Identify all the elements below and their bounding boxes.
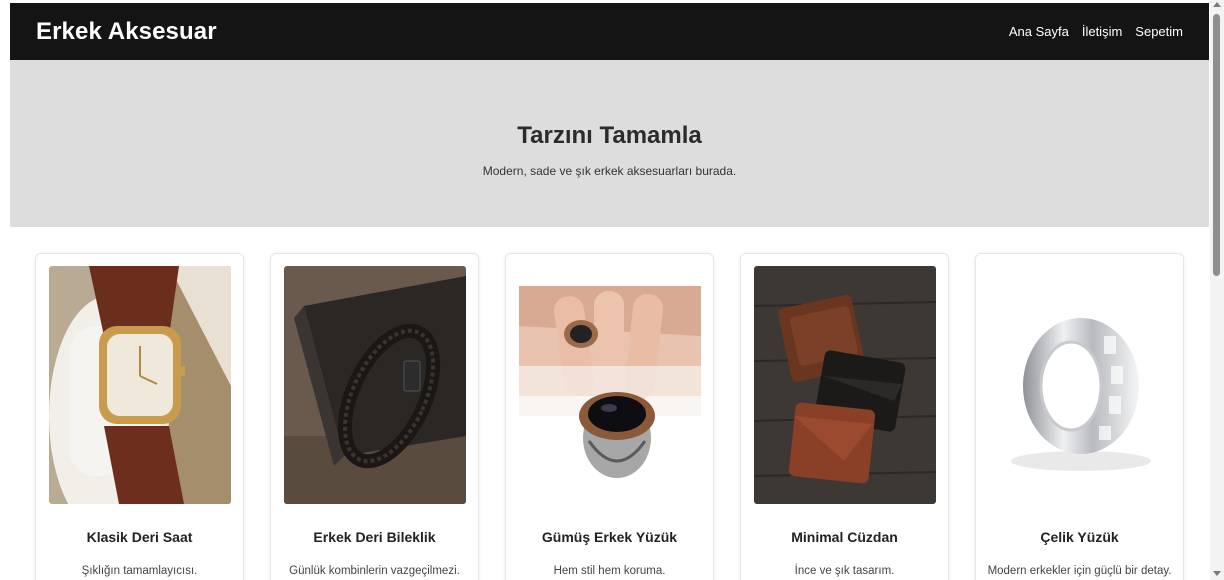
product-description: Günlük kombinlerin vazgeçilmezi. xyxy=(289,565,460,577)
hero-title: Tarzını Tamamla xyxy=(517,121,702,149)
product-card-steel-ring[interactable]: Çelik Yüzük Modern erkekler için güçlü b… xyxy=(975,253,1184,580)
vertical-scrollbar[interactable] xyxy=(1210,0,1224,580)
scroll-down-arrow-icon[interactable] xyxy=(1213,571,1221,576)
nav-link-home[interactable]: Ana Sayfa xyxy=(1009,24,1069,39)
product-image-bracelet[interactable] xyxy=(283,266,466,504)
product-title[interactable]: Klasik Deri Saat xyxy=(87,529,193,545)
page: Erkek Aksesuar Ana Sayfa İletişim Sepeti… xyxy=(10,3,1209,580)
product-card-silver-ring[interactable]: Gümüş Erkek Yüzük Hem stil hem koruma. xyxy=(505,253,714,580)
product-image-wallet[interactable] xyxy=(753,266,936,504)
product-card-wallet[interactable]: Minimal Cüzdan İnce ve şık tasarım. xyxy=(740,253,949,580)
product-image-silver-ring[interactable] xyxy=(518,266,701,504)
product-card-bracelet[interactable]: Erkek Deri Bileklik Günlük kombinlerin v… xyxy=(270,253,479,580)
product-title[interactable]: Çelik Yüzük xyxy=(1040,529,1118,545)
silver-ring-image xyxy=(518,266,701,504)
product-title[interactable]: Minimal Cüzdan xyxy=(791,529,898,545)
nav-link-contact[interactable]: İletişim xyxy=(1082,24,1122,39)
site-navbar: Erkek Aksesuar Ana Sayfa İletişim Sepeti… xyxy=(10,3,1209,60)
product-description: İnce ve şık tasarım. xyxy=(794,565,895,577)
scroll-up-arrow-icon[interactable] xyxy=(1213,2,1221,7)
hero-banner: Tarzını Tamamla Modern, sade ve şık erke… xyxy=(10,60,1209,227)
product-image-watch[interactable] xyxy=(48,266,231,504)
wallet-image xyxy=(753,266,936,504)
bracelet-image xyxy=(283,266,466,504)
nav-links: Ana Sayfa İletişim Sepetim xyxy=(1009,24,1183,39)
product-description: Modern erkekler için güçlü bir detay. xyxy=(987,565,1172,577)
product-title[interactable]: Erkek Deri Bileklik xyxy=(313,529,435,545)
product-description: Şıklığın tamamlayıcısı. xyxy=(81,565,198,577)
browser-viewport: Erkek Aksesuar Ana Sayfa İletişim Sepeti… xyxy=(0,0,1224,580)
product-description: Hem stil hem koruma. xyxy=(553,565,666,577)
nav-link-cart[interactable]: Sepetim xyxy=(1135,24,1183,39)
product-image-steel-ring[interactable] xyxy=(988,266,1171,504)
watch-image xyxy=(48,266,231,504)
product-grid: Klasik Deri Saat Şıklığın tamamlayıcısı. xyxy=(35,253,1184,580)
product-card-watch[interactable]: Klasik Deri Saat Şıklığın tamamlayıcısı. xyxy=(35,253,244,580)
product-title[interactable]: Gümüş Erkek Yüzük xyxy=(542,529,677,545)
hero-subtitle: Modern, sade ve şık erkek aksesuarları b… xyxy=(482,163,737,178)
site-brand[interactable]: Erkek Aksesuar xyxy=(36,18,217,46)
steel-ring-image xyxy=(988,266,1171,504)
scroll-thumb[interactable] xyxy=(1213,14,1220,276)
